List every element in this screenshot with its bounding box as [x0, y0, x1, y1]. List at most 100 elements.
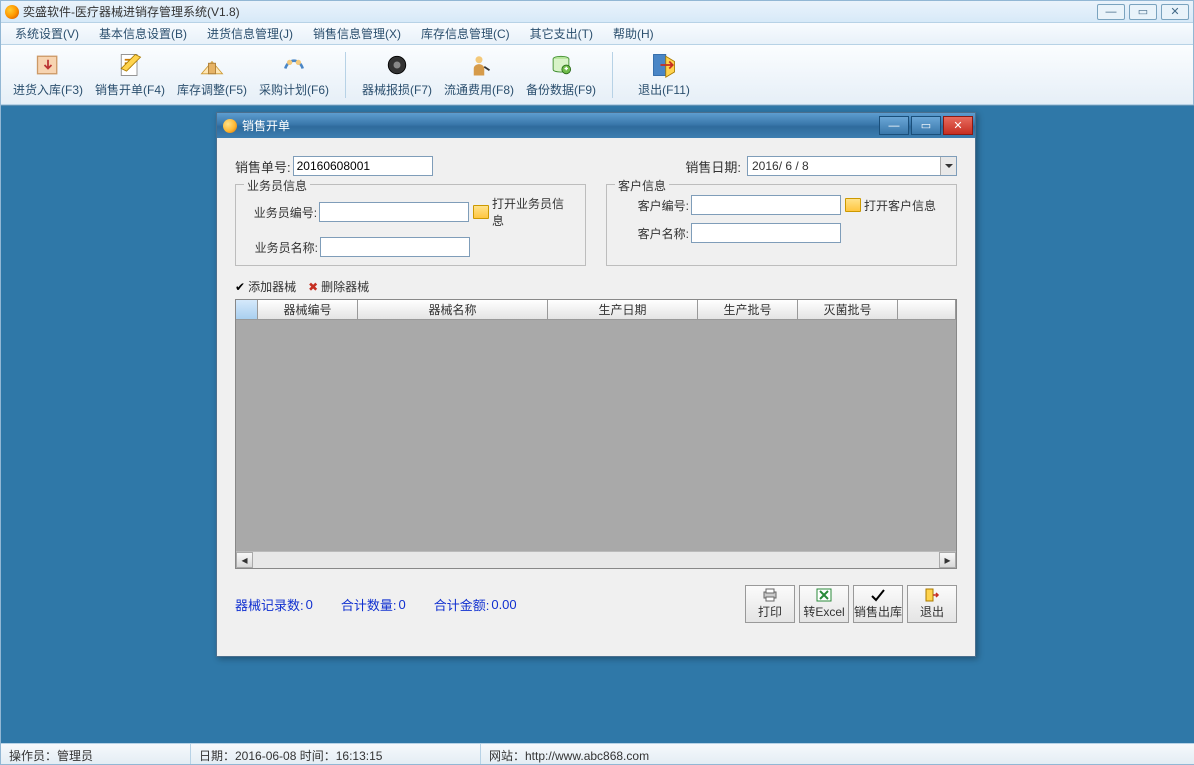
- th-selector[interactable]: [236, 300, 258, 319]
- tb-stock-in[interactable]: 进货入库(F3): [7, 48, 89, 102]
- flow-fee-icon: [465, 51, 493, 79]
- toolbar: 进货入库(F3) 销售开单(F4) 库存调整(F5) 采购计划(F6) 器械报损…: [1, 45, 1193, 105]
- tb-label: 采购计划(F6): [259, 81, 329, 98]
- btn-excel[interactable]: 转Excel: [799, 585, 849, 623]
- check-icon: [235, 280, 245, 294]
- tb-label: 库存调整(F5): [177, 81, 247, 98]
- scroll-right-button[interactable]: ▸: [939, 552, 956, 568]
- salesman-code-input[interactable]: [319, 202, 469, 222]
- total-amt-value: 0.00: [491, 597, 516, 612]
- x-icon: [308, 280, 318, 294]
- sales-date-label: 销售日期:: [685, 157, 741, 176]
- tb-sales-order[interactable]: 销售开单(F4): [89, 48, 171, 102]
- dialog-icon: [223, 119, 237, 133]
- exit-icon: [650, 51, 678, 79]
- add-device-action[interactable]: 添加器械: [235, 278, 296, 295]
- th-sterile-batch[interactable]: 灭菌批号: [798, 300, 898, 319]
- menu-baseinfo[interactable]: 基本信息设置(B): [89, 25, 197, 42]
- mdi-client: 销售开单 — ▭ ✕ 销售单号: 销售日期: 2016/ 6 / 8: [1, 105, 1194, 745]
- menu-purchase[interactable]: 进货信息管理(J): [197, 25, 303, 42]
- th-prod-batch[interactable]: 生产批号: [698, 300, 798, 319]
- sales-no-input[interactable]: [293, 156, 433, 176]
- main-maximize-button[interactable]: ▭: [1129, 4, 1157, 20]
- dialog-titlebar: 销售开单 — ▭ ✕: [217, 113, 975, 138]
- door-exit-icon: [924, 588, 940, 602]
- btn-print[interactable]: 打印: [745, 585, 795, 623]
- sales-order-icon: [116, 51, 144, 79]
- app-icon: [5, 5, 19, 19]
- main-close-button[interactable]: ✕: [1161, 4, 1189, 20]
- menu-other[interactable]: 其它支出(T): [520, 25, 603, 42]
- tb-label: 销售开单(F4): [95, 81, 165, 98]
- menu-system[interactable]: 系统设置(V): [5, 25, 89, 42]
- status-datetime: 日期：2016-06-08 时间：16:13:15: [191, 744, 481, 764]
- dialog-footer: 器械记录数: 0 合计数量: 0 合计金额: 0.00 打印 转Excel: [235, 585, 957, 623]
- chevron-down-icon[interactable]: [940, 157, 956, 175]
- damage-icon: [383, 51, 411, 79]
- btn-close[interactable]: 退出: [907, 585, 957, 623]
- total-amt-label: 合计金额:: [434, 595, 490, 614]
- salesman-name-label: 业务员名称:: [246, 239, 318, 256]
- app-title: 奕盛软件-医疗器械进销存管理系统(V1.8): [23, 3, 240, 20]
- tb-label: 器械报损(F7): [362, 81, 432, 98]
- inv-adjust-icon: [198, 51, 226, 79]
- th-device-code[interactable]: 器械编号: [258, 300, 358, 319]
- customer-legend: 客户信息: [615, 177, 669, 194]
- folder-icon[interactable]: [473, 205, 489, 219]
- scroll-left-button[interactable]: ◂: [236, 552, 253, 568]
- tb-label: 备份数据(F9): [526, 81, 596, 98]
- check-icon: [870, 588, 886, 602]
- sales-no-label: 销售单号:: [235, 157, 291, 176]
- customer-fieldset: 客户信息 客户编号: 打开客户信息 客户名称:: [606, 184, 957, 266]
- table-header: 器械编号 器械名称 生产日期 生产批号 灭菌批号: [236, 300, 956, 320]
- status-operator: 操作员：管理员: [1, 744, 191, 764]
- main-minimize-button[interactable]: —: [1097, 4, 1125, 20]
- open-customer-link[interactable]: 打开客户信息: [864, 197, 936, 214]
- tb-inv-adjust[interactable]: 库存调整(F5): [171, 48, 253, 102]
- folder-icon[interactable]: [845, 198, 861, 212]
- dialog-minimize-button[interactable]: —: [879, 116, 909, 135]
- purchase-plan-icon: [280, 51, 308, 79]
- btn-stock-out[interactable]: 销售出库: [853, 585, 903, 623]
- customer-name-input[interactable]: [691, 223, 841, 243]
- h-scrollbar[interactable]: ◂ ▸: [236, 551, 956, 568]
- total-qty-value: 0: [398, 597, 405, 612]
- menu-sales[interactable]: 销售信息管理(X): [303, 25, 411, 42]
- del-device-action[interactable]: 删除器械: [308, 278, 369, 295]
- menu-help[interactable]: 帮助(H): [603, 25, 664, 42]
- sales-order-dialog: 销售开单 — ▭ ✕ 销售单号: 销售日期: 2016/ 6 / 8: [216, 112, 976, 657]
- tb-damage[interactable]: 器械报损(F7): [356, 48, 438, 102]
- salesman-fieldset: 业务员信息 业务员编号: 打开业务员信息 业务员名称:: [235, 184, 586, 266]
- th-device-name[interactable]: 器械名称: [358, 300, 548, 319]
- tb-label: 流通费用(F8): [444, 81, 514, 98]
- open-salesman-link[interactable]: 打开业务员信息: [492, 195, 575, 229]
- device-table[interactable]: 器械编号 器械名称 生产日期 生产批号 灭菌批号 ◂ ▸: [235, 299, 957, 569]
- sales-date-picker[interactable]: 2016/ 6 / 8: [747, 156, 957, 176]
- tb-label: 退出(F11): [638, 81, 690, 98]
- tb-label: 进货入库(F3): [13, 81, 83, 98]
- dialog-close-button[interactable]: ✕: [943, 116, 973, 135]
- th-prod-date[interactable]: 生产日期: [548, 300, 698, 319]
- status-site: 网站：http://www.abc868.com: [481, 744, 1194, 764]
- tb-backup[interactable]: 备份数据(F9): [520, 48, 602, 102]
- tb-purchase-plan[interactable]: 采购计划(F6): [253, 48, 335, 102]
- salesman-name-input[interactable]: [320, 237, 470, 257]
- salesman-legend: 业务员信息: [244, 177, 310, 194]
- menubar: 系统设置(V) 基本信息设置(B) 进货信息管理(J) 销售信息管理(X) 库存…: [1, 23, 1193, 45]
- record-count-value: 0: [306, 597, 313, 612]
- scroll-track[interactable]: [253, 552, 939, 568]
- toolbar-separator: [612, 52, 613, 98]
- customer-code-input[interactable]: [691, 195, 841, 215]
- dialog-maximize-button[interactable]: ▭: [911, 116, 941, 135]
- tb-flow-fee[interactable]: 流通费用(F8): [438, 48, 520, 102]
- titlebar: 奕盛软件-医疗器械进销存管理系统(V1.8) — ▭ ✕: [1, 1, 1193, 23]
- tb-exit[interactable]: 退出(F11): [623, 48, 705, 102]
- menu-inventory[interactable]: 库存信息管理(C): [411, 25, 520, 42]
- dialog-title: 销售开单: [242, 117, 290, 134]
- customer-name-label: 客户名称:: [617, 225, 689, 242]
- th-extra[interactable]: [898, 300, 956, 319]
- printer-icon: [762, 588, 778, 602]
- total-qty-label: 合计数量:: [341, 595, 397, 614]
- statusbar: 操作员：管理员 日期：2016-06-08 时间：16:13:15 网站：htt…: [1, 743, 1194, 764]
- sales-date-value: 2016/ 6 / 8: [748, 159, 940, 173]
